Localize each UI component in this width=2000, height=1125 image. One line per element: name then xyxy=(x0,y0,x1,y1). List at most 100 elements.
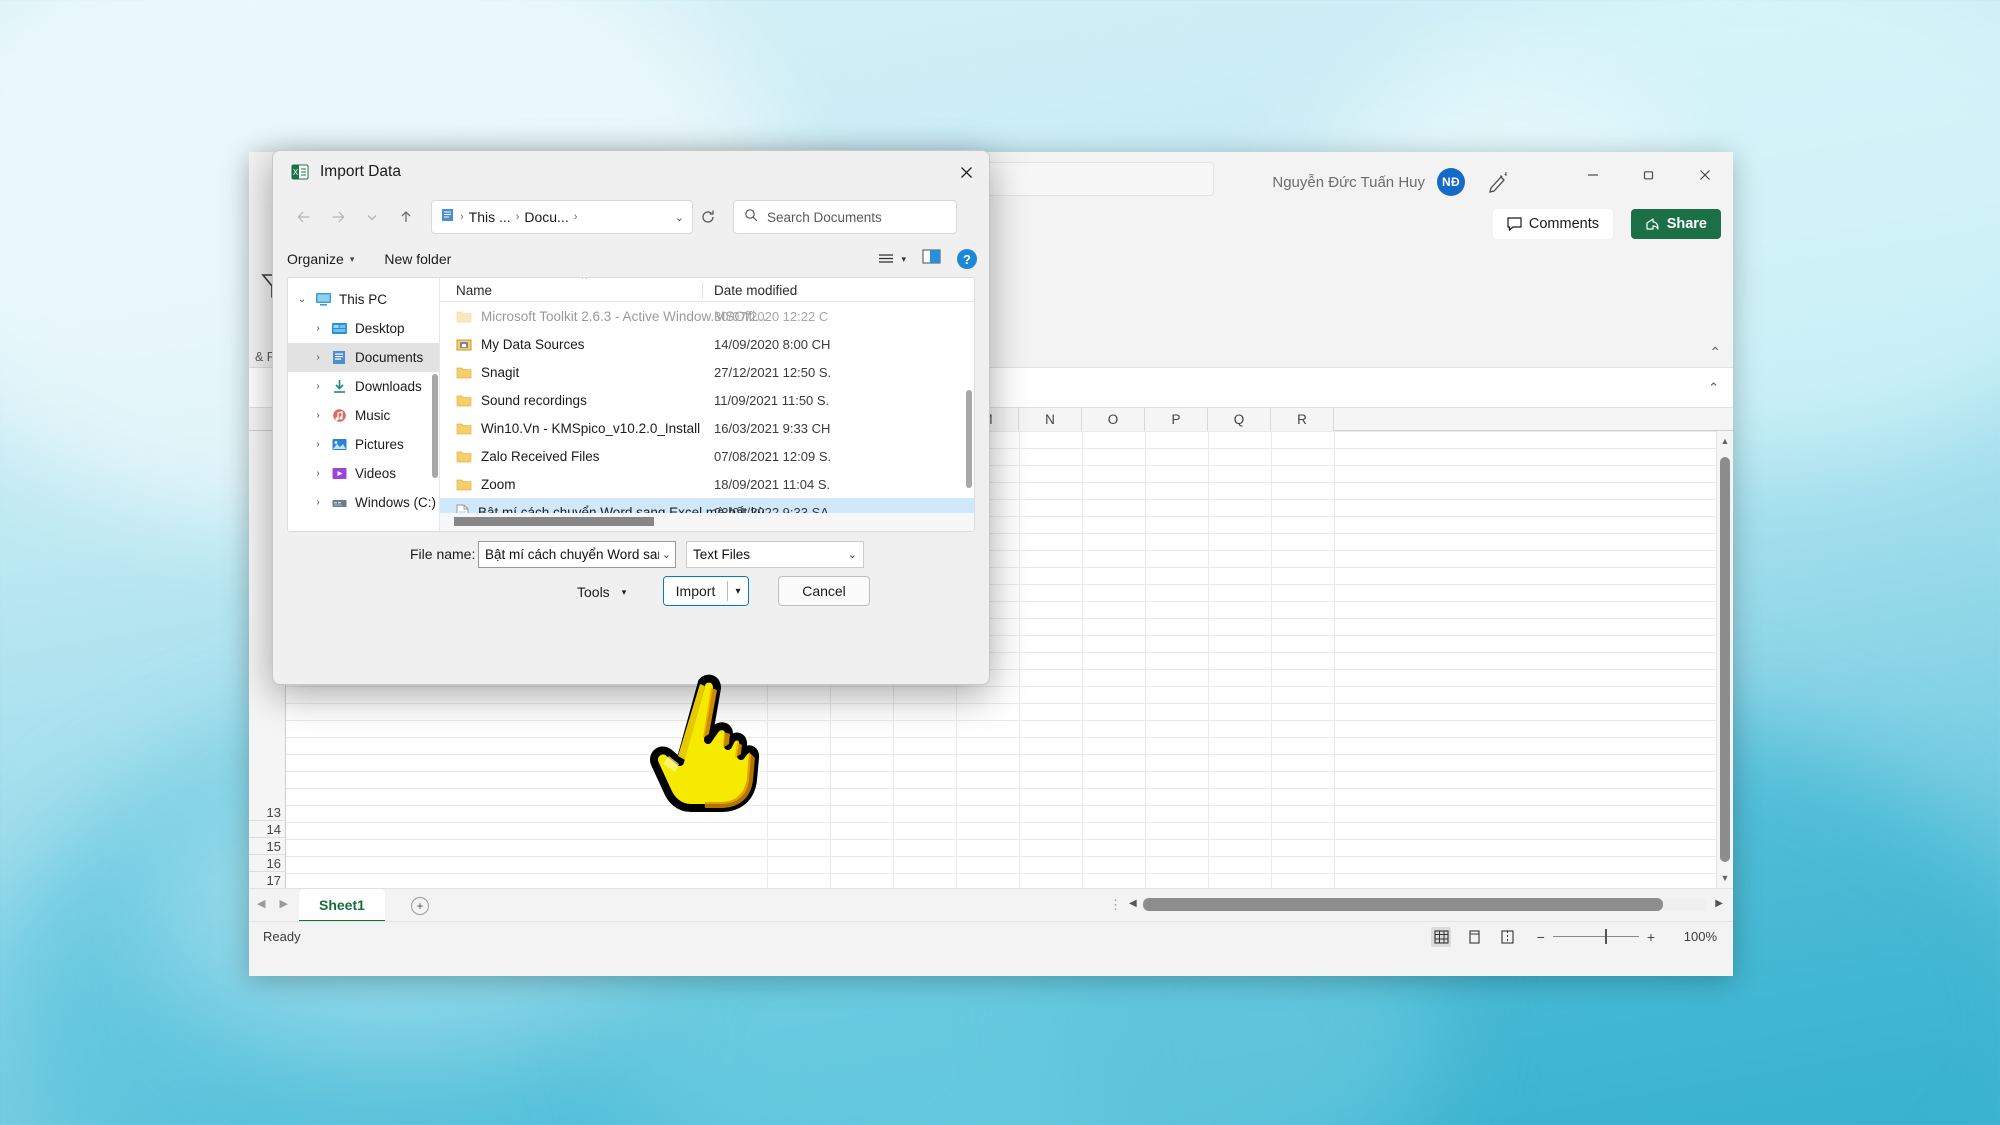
tools-button[interactable]: Tools ▾ xyxy=(569,578,634,606)
comments-button[interactable]: Comments xyxy=(1492,209,1613,239)
breadcrumb-this-pc[interactable]: This ... xyxy=(469,209,511,225)
file-list-row[interactable]: Zoom 18/09/2021 11:04 S. xyxy=(440,470,974,498)
tree-item-this-pc[interactable]: ⌄ This PC xyxy=(288,285,439,314)
tree-item-pictures[interactable]: › Pictures xyxy=(288,430,439,459)
row-header[interactable]: 17 xyxy=(249,872,286,888)
horizontal-scroll-thumb[interactable] xyxy=(1143,898,1663,911)
row-header[interactable]: 16 xyxy=(249,855,286,872)
nav-pane-scroll-thumb[interactable] xyxy=(432,374,438,478)
account-info[interactable]: Nguyễn Đức Tuấn Huy NĐ xyxy=(1272,168,1465,196)
share-button[interactable]: Share xyxy=(1630,209,1721,239)
chevron-right-icon[interactable]: › xyxy=(312,468,324,479)
file-list-row[interactable]: Sound recordings 11/09/2021 11:50 S. xyxy=(440,386,974,414)
filename-input[interactable]: Bật mí cách chuyển Word sang Excel m ⌄ xyxy=(478,540,676,568)
file-list-scroll-thumb[interactable] xyxy=(966,390,972,488)
refresh-icon[interactable] xyxy=(693,200,723,234)
arrow-up-icon[interactable] xyxy=(389,200,423,234)
chevron-down-icon[interactable] xyxy=(355,200,389,234)
split-handle[interactable]: ⋮ xyxy=(1109,897,1122,913)
column-header-n[interactable]: N xyxy=(1019,408,1082,431)
scroll-up-arrow[interactable]: ▲ xyxy=(1717,431,1733,451)
tree-item-videos[interactable]: › Videos xyxy=(288,459,439,488)
filetype-select[interactable]: Text Files ⌄ xyxy=(686,540,864,568)
organize-button[interactable]: Organize ▾ xyxy=(287,251,354,267)
search-input[interactable]: Search Documents xyxy=(733,200,957,234)
row-header[interactable]: 15 xyxy=(249,838,286,855)
column-header-r[interactable]: R xyxy=(1271,408,1334,431)
import-dropdown-caret[interactable]: ▾ xyxy=(728,577,748,605)
arrow-right-icon[interactable] xyxy=(321,200,355,234)
zoom-handle[interactable] xyxy=(1604,929,1608,944)
chevron-down-icon[interactable]: ⌄ xyxy=(848,548,857,561)
add-sheet-button[interactable]: + xyxy=(411,897,429,915)
import-button-group[interactable]: Import ▾ xyxy=(663,576,749,606)
chevron-right-icon[interactable]: › xyxy=(312,439,324,450)
vertical-scrollbar[interactable]: ▲ ▼ xyxy=(1716,431,1733,888)
chevron-right-icon[interactable]: › xyxy=(312,352,324,363)
zoom-level[interactable]: 100% xyxy=(1684,929,1717,944)
zoom-in-button[interactable]: + xyxy=(1647,929,1655,945)
page-layout-icon[interactable] xyxy=(1464,927,1484,947)
vertical-scroll-thumb[interactable] xyxy=(1720,457,1730,862)
minimize-icon[interactable] xyxy=(1565,152,1621,198)
zoom-track[interactable] xyxy=(1552,929,1639,944)
help-icon[interactable]: ? xyxy=(957,249,977,269)
tree-item-documents[interactable]: › Documents xyxy=(288,343,439,372)
chevron-down-icon[interactable]: ⌄ xyxy=(296,294,308,305)
column-header-name[interactable]: Name xyxy=(456,278,492,302)
restore-icon[interactable] xyxy=(1621,152,1677,198)
tree-item-music[interactable]: › Music xyxy=(288,401,439,430)
avatar[interactable]: NĐ xyxy=(1437,168,1465,196)
file-list-vertical-scrollbar[interactable] xyxy=(964,302,974,513)
sheet-tab-sheet1[interactable]: Sheet1 xyxy=(299,889,385,922)
row-header[interactable]: 13 xyxy=(249,804,286,821)
horizontal-scrollbar[interactable]: ◀ ▶ xyxy=(1129,897,1723,913)
file-list-horizontal-scrollbar[interactable] xyxy=(440,513,974,531)
file-list[interactable]: Name ^ Date modified Microsoft Toolkit 2… xyxy=(440,278,974,531)
formula-bar-expand-icon[interactable]: ⌃ xyxy=(1708,380,1719,396)
hscroll-left-arrow[interactable]: ◀ xyxy=(1129,898,1137,909)
view-options-icon[interactable]: ▾ xyxy=(878,252,906,266)
zoom-out-button[interactable]: − xyxy=(1537,929,1545,945)
chevron-up-icon[interactable]: ⌃ xyxy=(1709,344,1721,361)
new-folder-button[interactable]: New folder xyxy=(384,251,451,267)
tree-item-desktop[interactable]: › Desktop xyxy=(288,314,439,343)
file-list-row[interactable]: Microsoft Toolkit 2.6.3 - Active Window.… xyxy=(440,302,974,330)
column-header-q[interactable]: Q xyxy=(1208,408,1271,431)
column-header-o[interactable]: O xyxy=(1082,408,1145,431)
breadcrumb-documents[interactable]: Docu... xyxy=(524,209,568,225)
file-list-row[interactable]: Win10.Vn - KMSpico_v10.2.0_Install 16/03… xyxy=(440,414,974,442)
sheet-nav-arrows[interactable]: ◀ ▶ xyxy=(257,897,288,910)
chevron-down-icon[interactable]: ⌄ xyxy=(662,548,671,561)
chevron-right-icon[interactable]: › xyxy=(312,410,324,421)
normal-view-icon[interactable] xyxy=(1431,926,1451,947)
preview-pane-icon[interactable] xyxy=(922,249,941,269)
close-icon[interactable] xyxy=(943,151,989,193)
cancel-button[interactable]: Cancel xyxy=(778,576,870,606)
hscroll-right-arrow[interactable]: ▶ xyxy=(1715,898,1723,909)
file-list-row[interactable]: Snagit 27/12/2021 12:50 S. xyxy=(440,358,974,386)
chevron-right-icon[interactable]: › xyxy=(312,381,324,392)
navigation-pane[interactable]: ⌄ This PC › Desktop › Documents › Downlo… xyxy=(288,278,440,531)
window-controls[interactable] xyxy=(1565,152,1733,198)
breadcrumb[interactable]: › This ... › Docu... › ⌄ xyxy=(431,200,693,234)
chevron-right-icon[interactable]: › xyxy=(312,497,324,508)
chevron-right-icon[interactable]: › xyxy=(312,323,324,334)
pen-icon[interactable] xyxy=(1483,168,1511,196)
close-icon[interactable] xyxy=(1677,152,1733,198)
row-header[interactable]: 14 xyxy=(249,821,286,838)
tree-item-downloads[interactable]: › Downloads xyxy=(288,372,439,401)
arrow-left-icon[interactable] xyxy=(287,200,321,234)
tree-item-windows-c[interactable]: › Windows (C:) xyxy=(288,488,439,517)
column-header-date-modified[interactable]: Date modified xyxy=(714,278,797,302)
file-list-hscroll-thumb[interactable] xyxy=(454,517,654,526)
file-list-row[interactable]: Zalo Received Files 07/08/2021 12:09 S. xyxy=(440,442,974,470)
import-button[interactable]: Import xyxy=(664,577,727,605)
view-buttons[interactable] xyxy=(1431,926,1517,947)
page-break-preview-icon[interactable] xyxy=(1497,927,1517,947)
scroll-down-arrow[interactable]: ▼ xyxy=(1717,868,1733,888)
file-list-row[interactable]: My Data Sources 14/09/2020 8:00 CH xyxy=(440,330,974,358)
column-header-p[interactable]: P xyxy=(1145,408,1208,431)
zoom-slider[interactable]: − + xyxy=(1537,929,1655,945)
breadcrumb-dropdown-icon[interactable]: ⌄ xyxy=(675,211,684,224)
